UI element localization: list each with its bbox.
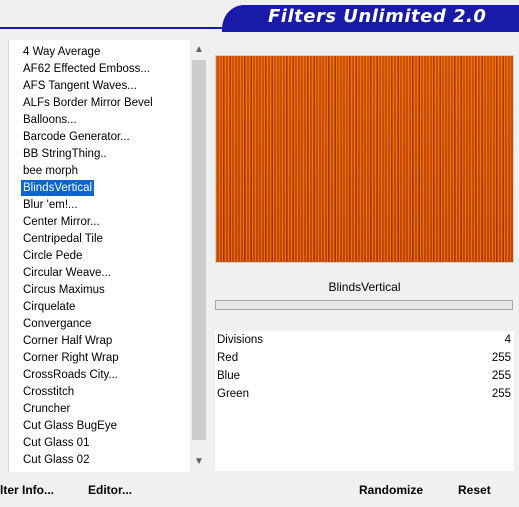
param-name: Red: [217, 352, 239, 364]
filter-list-item[interactable]: Corner Right Wrap: [21, 350, 121, 366]
filter-list-item[interactable]: Crosstitch: [21, 384, 76, 400]
filter-list-item-selected[interactable]: BlindsVertical: [21, 180, 95, 196]
filter-list-item[interactable]: BB StringThing..: [21, 146, 109, 162]
param-name: Divisions: [217, 334, 264, 346]
filter-info-button[interactable]: lter Info...: [0, 483, 62, 499]
filter-list-item[interactable]: Centripedal Tile: [21, 231, 105, 247]
filter-list-item[interactable]: Cut Glass BugEye: [21, 418, 119, 434]
filter-list-item[interactable]: Convergance: [21, 316, 93, 332]
filter-list-item[interactable]: AFS Tangent Waves...: [21, 78, 139, 94]
app-title: Filters Unlimited 2.0: [268, 6, 487, 27]
scrollbar-thumb[interactable]: [192, 60, 206, 440]
filter-list-item[interactable]: Corner Half Wrap: [21, 333, 114, 349]
filter-info-label: lter Info...: [0, 483, 54, 497]
param-row-green[interactable]: Green 255: [215, 385, 514, 404]
filter-list-item[interactable]: Circle Pede: [21, 248, 84, 264]
filter-list-item[interactable]: 4 Way Average: [21, 44, 102, 60]
editor-button[interactable]: Editor...: [88, 483, 138, 499]
filter-list-item[interactable]: Cruncher: [21, 401, 72, 417]
filter-list-item[interactable]: Center Mirror...: [21, 214, 102, 230]
param-value: 255: [491, 388, 511, 400]
filter-list-item[interactable]: Cut Glass 01: [21, 435, 91, 451]
filter-list-item[interactable]: Circular Weave...: [21, 265, 113, 281]
filter-list-item[interactable]: Circus Maximus: [21, 282, 107, 298]
param-value: 4: [504, 334, 511, 346]
param-row-blue[interactable]: Blue 255: [215, 367, 514, 386]
editor-label: Editor...: [88, 483, 133, 497]
filter-list-item[interactable]: ALFs Border Mirror Bevel: [21, 95, 155, 111]
reset-button[interactable]: Reset: [458, 483, 498, 499]
filter-list-item[interactable]: CrossRoads City...: [21, 367, 120, 383]
list-scrollbar[interactable]: ▲ ▼: [190, 40, 208, 472]
param-name: Blue: [217, 370, 241, 382]
chevron-up-icon[interactable]: ▲: [190, 42, 208, 58]
param-value: 255: [491, 352, 511, 364]
param-row-empty: [215, 403, 514, 422]
randomize-button[interactable]: Randomize: [359, 483, 425, 499]
preview-image: [216, 56, 513, 262]
param-row-red[interactable]: Red 255: [215, 349, 514, 368]
param-row-empty: [215, 421, 514, 440]
param-row-empty: [215, 457, 514, 472]
param-row-divisions[interactable]: Divisions 4: [215, 331, 514, 350]
filter-list-item[interactable]: bee morph: [21, 163, 80, 179]
progress-bar: [215, 300, 513, 310]
param-name: Green: [217, 388, 249, 400]
filter-list-item[interactable]: Balloons...: [21, 112, 79, 128]
filter-list-item[interactable]: Cut Glass 02: [21, 452, 91, 468]
filter-list-item[interactable]: Barcode Generator...: [21, 129, 132, 145]
filter-list-item[interactable]: Cirquelate: [21, 299, 77, 315]
filter-list[interactable]: 4 Way Average AF62 Effected Emboss... AF…: [8, 40, 207, 472]
filter-list-item[interactable]: Blur 'em!...: [21, 197, 80, 213]
filter-name-label: BlindsVertical: [215, 277, 514, 297]
filter-list-item[interactable]: AF62 Effected Emboss...: [21, 61, 152, 77]
param-row-empty: [215, 439, 514, 458]
chevron-down-icon[interactable]: ▼: [190, 454, 208, 470]
param-value: 255: [491, 370, 511, 382]
